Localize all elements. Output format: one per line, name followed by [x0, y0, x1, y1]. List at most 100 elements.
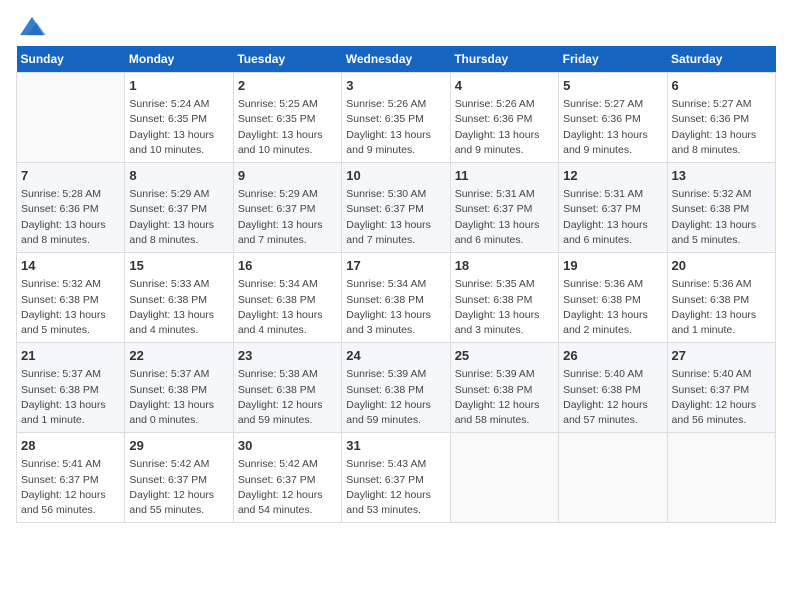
calendar-cell: 6 Sunrise: 5:27 AM Sunset: 6:36 PM Daylig…: [667, 73, 775, 163]
calendar-cell: [17, 73, 125, 163]
day-number: 8: [129, 167, 228, 185]
day-number: 25: [455, 347, 554, 365]
day-number: 1: [129, 77, 228, 95]
calendar-cell: 23 Sunrise: 5:38 AM Sunset: 6:38 PM Dayli…: [233, 343, 341, 433]
week-row-1: 1 Sunrise: 5:24 AM Sunset: 6:35 PM Daylig…: [17, 73, 776, 163]
calendar-cell: 8Sunrise: 5:29 AM Sunset: 6:37 PM Daylig…: [125, 163, 233, 253]
day-number: 5: [563, 77, 662, 95]
calendar-cell: 9 Sunrise: 5:29 AM Sunset: 6:37 PM Daylig…: [233, 163, 341, 253]
day-number: 16: [238, 257, 337, 275]
day-number: 12: [563, 167, 662, 185]
day-info: Sunrise: 5:31 AM Sunset: 6:37 PM Dayligh…: [455, 187, 554, 248]
calendar-cell: 22 Sunrise: 5:37 AM Sunset: 6:38 PM Dayli…: [125, 343, 233, 433]
calendar-cell: [559, 433, 667, 523]
day-number: 15: [129, 257, 228, 275]
day-number: 9: [238, 167, 337, 185]
calendar-cell: 28 Sunrise: 5:41 AM Sunset: 6:37 PM Dayli…: [17, 433, 125, 523]
calendar-table: SundayMondayTuesdayWednesdayThursdayFrid…: [16, 46, 776, 523]
day-info: Sunrise: 5:40 AM Sunset: 6:38 PM Dayligh…: [563, 367, 662, 428]
day-number: 26: [563, 347, 662, 365]
day-info: Sunrise: 5:39 AM Sunset: 6:38 PM Dayligh…: [346, 367, 445, 428]
calendar-cell: 2 Sunrise: 5:25 AM Sunset: 6:35 PM Daylig…: [233, 73, 341, 163]
day-info: Sunrise: 5:30 AM Sunset: 6:37 PM Dayligh…: [346, 187, 445, 248]
day-info: Sunrise: 5:36 AM Sunset: 6:38 PM Dayligh…: [563, 277, 662, 338]
calendar-cell: 5 Sunrise: 5:27 AM Sunset: 6:36 PM Daylig…: [559, 73, 667, 163]
day-info: Sunrise: 5:34 AM Sunset: 6:38 PM Dayligh…: [346, 277, 445, 338]
day-info: Sunrise: 5:29 AM Sunset: 6:37 PM Dayligh…: [238, 187, 337, 248]
day-info: Sunrise: 5:28 AM Sunset: 6:36 PM Dayligh…: [21, 187, 120, 248]
calendar-cell: 18 Sunrise: 5:35 AM Sunset: 6:38 PM Dayli…: [450, 253, 558, 343]
calendar-cell: [667, 433, 775, 523]
day-number: 19: [563, 257, 662, 275]
calendar-cell: 15Sunrise: 5:33 AM Sunset: 6:38 PM Dayli…: [125, 253, 233, 343]
calendar-cell: 26 Sunrise: 5:40 AM Sunset: 6:38 PM Dayli…: [559, 343, 667, 433]
day-number: 31: [346, 437, 445, 455]
day-number: 2: [238, 77, 337, 95]
day-info: Sunrise: 5:27 AM Sunset: 6:36 PM Dayligh…: [563, 97, 662, 158]
calendar-cell: 21 Sunrise: 5:37 AM Sunset: 6:38 PM Dayli…: [17, 343, 125, 433]
day-number: 30: [238, 437, 337, 455]
calendar-cell: [450, 433, 558, 523]
day-number: 11: [455, 167, 554, 185]
day-number: 4: [455, 77, 554, 95]
day-number: 10: [346, 167, 445, 185]
calendar-cell: 1 Sunrise: 5:24 AM Sunset: 6:35 PM Daylig…: [125, 73, 233, 163]
calendar-cell: 31Sunrise: 5:43 AM Sunset: 6:37 PM Dayli…: [342, 433, 450, 523]
calendar-cell: 10 Sunrise: 5:30 AM Sunset: 6:37 PM Dayli…: [342, 163, 450, 253]
day-header-monday: Monday: [125, 46, 233, 73]
page-header: [16, 16, 776, 38]
day-number: 21: [21, 347, 120, 365]
day-info: Sunrise: 5:37 AM Sunset: 6:38 PM Dayligh…: [21, 367, 120, 428]
calendar-cell: 12 Sunrise: 5:31 AM Sunset: 6:37 PM Dayli…: [559, 163, 667, 253]
day-number: 6: [672, 77, 771, 95]
day-header-tuesday: Tuesday: [233, 46, 341, 73]
day-info: Sunrise: 5:24 AM Sunset: 6:35 PM Dayligh…: [129, 97, 228, 158]
calendar-cell: 16 Sunrise: 5:34 AM Sunset: 6:38 PM Dayli…: [233, 253, 341, 343]
calendar-cell: 14Sunrise: 5:32 AM Sunset: 6:38 PM Dayli…: [17, 253, 125, 343]
day-info: Sunrise: 5:36 AM Sunset: 6:38 PM Dayligh…: [672, 277, 771, 338]
day-number: 28: [21, 437, 120, 455]
day-info: Sunrise: 5:37 AM Sunset: 6:38 PM Dayligh…: [129, 367, 228, 428]
calendar-cell: 24 Sunrise: 5:39 AM Sunset: 6:38 PM Dayli…: [342, 343, 450, 433]
day-number: 3: [346, 77, 445, 95]
day-header-thursday: Thursday: [450, 46, 558, 73]
calendar-cell: 25 Sunrise: 5:39 AM Sunset: 6:38 PM Dayli…: [450, 343, 558, 433]
logo-icon: [18, 15, 46, 37]
week-row-2: 7 Sunrise: 5:28 AM Sunset: 6:36 PM Daylig…: [17, 163, 776, 253]
calendar-cell: 20Sunrise: 5:36 AM Sunset: 6:38 PM Dayli…: [667, 253, 775, 343]
calendar-cell: 27Sunrise: 5:40 AM Sunset: 6:37 PM Dayli…: [667, 343, 775, 433]
day-number: 23: [238, 347, 337, 365]
calendar-cell: 11 Sunrise: 5:31 AM Sunset: 6:37 PM Dayli…: [450, 163, 558, 253]
logo: [16, 16, 46, 38]
day-number: 7: [21, 167, 120, 185]
day-info: Sunrise: 5:42 AM Sunset: 6:37 PM Dayligh…: [238, 457, 337, 518]
calendar-cell: 30 Sunrise: 5:42 AM Sunset: 6:37 PM Dayli…: [233, 433, 341, 523]
day-info: Sunrise: 5:39 AM Sunset: 6:38 PM Dayligh…: [455, 367, 554, 428]
day-header-saturday: Saturday: [667, 46, 775, 73]
day-number: 18: [455, 257, 554, 275]
day-info: Sunrise: 5:35 AM Sunset: 6:38 PM Dayligh…: [455, 277, 554, 338]
calendar-cell: 29 Sunrise: 5:42 AM Sunset: 6:37 PM Dayli…: [125, 433, 233, 523]
day-number: 29: [129, 437, 228, 455]
day-header-sunday: Sunday: [17, 46, 125, 73]
day-info: Sunrise: 5:25 AM Sunset: 6:35 PM Dayligh…: [238, 97, 337, 158]
day-info: Sunrise: 5:38 AM Sunset: 6:38 PM Dayligh…: [238, 367, 337, 428]
calendar-cell: 7 Sunrise: 5:28 AM Sunset: 6:36 PM Daylig…: [17, 163, 125, 253]
day-header-friday: Friday: [559, 46, 667, 73]
calendar-cell: 4Sunrise: 5:26 AM Sunset: 6:36 PM Daylig…: [450, 73, 558, 163]
day-info: Sunrise: 5:42 AM Sunset: 6:37 PM Dayligh…: [129, 457, 228, 518]
week-row-5: 28 Sunrise: 5:41 AM Sunset: 6:37 PM Dayli…: [17, 433, 776, 523]
day-info: Sunrise: 5:40 AM Sunset: 6:37 PM Dayligh…: [672, 367, 771, 428]
day-info: Sunrise: 5:31 AM Sunset: 6:37 PM Dayligh…: [563, 187, 662, 248]
day-info: Sunrise: 5:34 AM Sunset: 6:38 PM Dayligh…: [238, 277, 337, 338]
day-number: 17: [346, 257, 445, 275]
week-row-3: 14Sunrise: 5:32 AM Sunset: 6:38 PM Dayli…: [17, 253, 776, 343]
day-info: Sunrise: 5:32 AM Sunset: 6:38 PM Dayligh…: [21, 277, 120, 338]
days-header-row: SundayMondayTuesdayWednesdayThursdayFrid…: [17, 46, 776, 73]
day-info: Sunrise: 5:41 AM Sunset: 6:37 PM Dayligh…: [21, 457, 120, 518]
calendar-cell: 13Sunrise: 5:32 AM Sunset: 6:38 PM Dayli…: [667, 163, 775, 253]
day-number: 22: [129, 347, 228, 365]
day-number: 24: [346, 347, 445, 365]
day-info: Sunrise: 5:32 AM Sunset: 6:38 PM Dayligh…: [672, 187, 771, 248]
day-info: Sunrise: 5:27 AM Sunset: 6:36 PM Dayligh…: [672, 97, 771, 158]
